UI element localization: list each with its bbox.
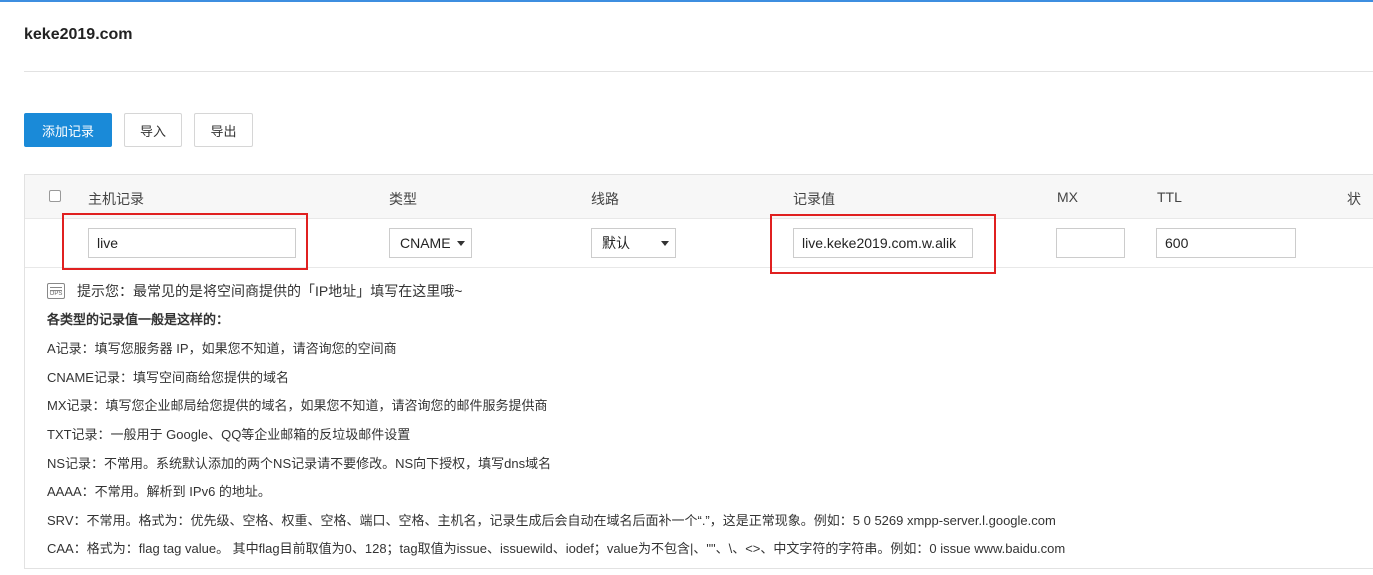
tip-subtitle: 各类型的记录值一般是这样的：: [47, 312, 230, 327]
header-mx: MX: [1057, 189, 1078, 205]
tip-line-caa: CAA：格式为：flag tag value。 其中flag目前取值为0、128…: [47, 541, 1066, 556]
mx-input[interactable]: [1056, 228, 1125, 258]
export-button[interactable]: 导出: [194, 113, 253, 147]
add-record-button[interactable]: 添加记录: [24, 113, 112, 147]
tip-line-mx: MX记录：填写您企业邮局给您提供的域名，如果您不知道，请咨询您的邮件服务提供商: [47, 398, 548, 413]
import-button[interactable]: 导入: [124, 113, 182, 147]
table-row: live CNAME 默认 live.keke2019.com.w.alik 6…: [25, 213, 1373, 274]
line-select-value: 默认: [602, 235, 630, 251]
type-select-value: CNAME: [400, 235, 451, 251]
page-title: keke2019.com: [24, 26, 133, 43]
line-select[interactable]: 默认: [591, 228, 676, 258]
tip-headline: OPS 提示您：最常见的是将空间商提供的「IP地址」填写在这里哦~: [47, 281, 462, 301]
header-line: 线路: [591, 191, 619, 207]
table-bottom-border: [25, 568, 1373, 569]
chevron-down-icon: [661, 240, 669, 246]
tip-line-aaaa: AAAA：不常用。解析到 IPv6 的地址。: [47, 484, 271, 499]
ops-icon: OPS: [47, 283, 65, 299]
records-table: 主机记录 类型 线路 记录值 MX TTL 状 live CNAME 默认 li…: [24, 174, 1373, 569]
select-all-checkbox[interactable]: [49, 190, 61, 202]
tip-line-a: A记录：填写您服务器 IP，如果您不知道，请咨询您的空间商: [47, 341, 397, 356]
top-accent-bar: [0, 0, 1373, 2]
tip-line-ns: NS记录：不常用。系统默认添加的两个NS记录请不要修改。NS向下授权，填写dns…: [47, 456, 552, 471]
header-status: 状: [1347, 191, 1361, 207]
chevron-down-icon: [457, 240, 465, 246]
tip-line-txt: TXT记录：一般用于 Google、QQ等企业邮箱的反垃圾邮件设置: [47, 427, 411, 442]
tip-headline-text: 提示您：最常见的是将空间商提供的「IP地址」填写在这里哦~: [77, 283, 463, 299]
header-host: 主机记录: [88, 191, 144, 207]
divider: [24, 71, 1373, 72]
value-highlight-box: [770, 214, 996, 274]
header-value: 记录值: [793, 191, 835, 207]
tip-line-srv: SRV：不常用。格式为：优先级、空格、权重、空格、端口、空格、主机名，记录生成后…: [47, 513, 1056, 528]
header-type: 类型: [389, 191, 417, 207]
host-highlight-box: [62, 213, 308, 270]
ttl-input[interactable]: 600: [1156, 228, 1296, 258]
tip-line-cname: CNAME记录：填写空间商给您提供的域名: [47, 370, 289, 385]
type-select[interactable]: CNAME: [389, 228, 472, 258]
header-ttl: TTL: [1157, 189, 1182, 205]
